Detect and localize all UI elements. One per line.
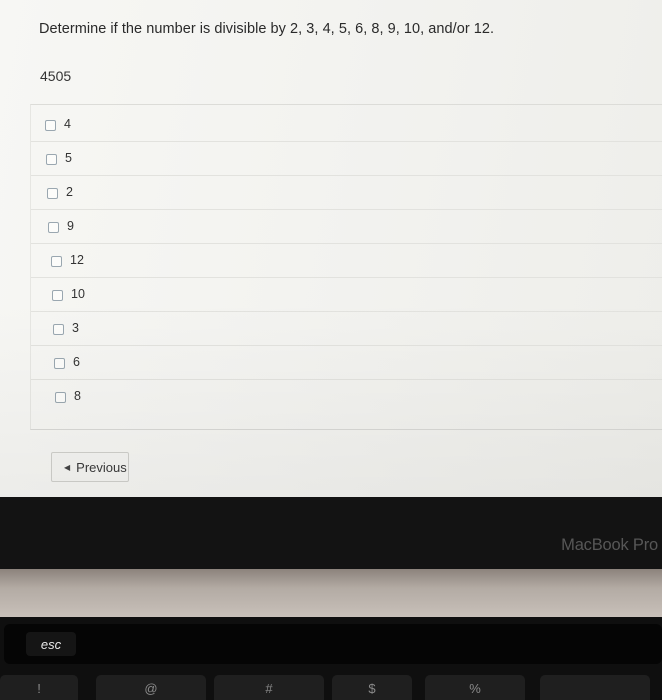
key-6[interactable] xyxy=(540,675,650,700)
option-row[interactable]: 8 xyxy=(31,381,662,414)
key-symbol: $ xyxy=(368,681,376,696)
option-row[interactable]: 2 xyxy=(31,177,662,210)
option-row[interactable]: 10 xyxy=(31,279,662,312)
option-label: 5 xyxy=(65,151,72,165)
checkbox[interactable] xyxy=(51,256,62,267)
key-1[interactable]: ! xyxy=(0,675,78,700)
esc-key[interactable]: esc xyxy=(26,632,76,656)
previous-label: Previous xyxy=(76,459,127,475)
checkbox[interactable] xyxy=(46,154,57,165)
key-symbol: # xyxy=(265,681,273,696)
checkbox[interactable] xyxy=(55,392,66,403)
answer-options: 4 5 2 9 12 10 3 6 8 xyxy=(30,104,662,430)
key-symbol: @ xyxy=(144,681,158,696)
key-5[interactable]: % xyxy=(425,675,525,700)
laptop-bezel: MacBook Pro xyxy=(0,497,662,569)
option-label: 6 xyxy=(73,355,80,369)
laptop-hinge xyxy=(0,569,662,617)
chevron-left-icon: ◀ xyxy=(64,462,71,472)
key-symbol: % xyxy=(469,681,481,696)
checkbox[interactable] xyxy=(47,188,58,199)
device-brand: MacBook Pro xyxy=(561,536,658,554)
option-row[interactable]: 5 xyxy=(31,143,662,176)
option-row[interactable]: 9 xyxy=(31,211,662,244)
question-text: Determine if the number is divisible by … xyxy=(39,21,495,37)
question-number: 4505 xyxy=(40,68,72,84)
option-label: 4 xyxy=(64,117,71,131)
key-2[interactable]: @ xyxy=(96,675,206,700)
touch-bar: esc xyxy=(4,624,662,664)
browser-screen: Determine if the number is divisible by … xyxy=(0,0,662,497)
option-label: 9 xyxy=(67,219,74,233)
option-label: 8 xyxy=(74,389,81,403)
option-label: 12 xyxy=(70,253,84,267)
checkbox[interactable] xyxy=(45,120,56,131)
option-row[interactable]: 6 xyxy=(31,347,662,380)
checkbox[interactable] xyxy=(53,324,64,335)
option-row[interactable]: 12 xyxy=(31,245,662,278)
checkbox[interactable] xyxy=(48,222,59,233)
option-label: 10 xyxy=(71,287,85,301)
checkbox[interactable] xyxy=(52,290,63,301)
option-row[interactable]: 3 xyxy=(31,313,662,346)
key-symbol: ! xyxy=(37,681,41,696)
option-label: 3 xyxy=(72,321,79,335)
key-3[interactable]: # xyxy=(214,675,324,700)
key-4[interactable]: $ xyxy=(332,675,412,700)
checkbox[interactable] xyxy=(54,358,65,369)
option-label: 2 xyxy=(66,185,73,199)
keyboard: esc ! @ # $ % xyxy=(0,617,662,700)
option-row[interactable]: 4 xyxy=(31,109,662,142)
previous-button[interactable]: ◀ Previous xyxy=(51,452,129,482)
